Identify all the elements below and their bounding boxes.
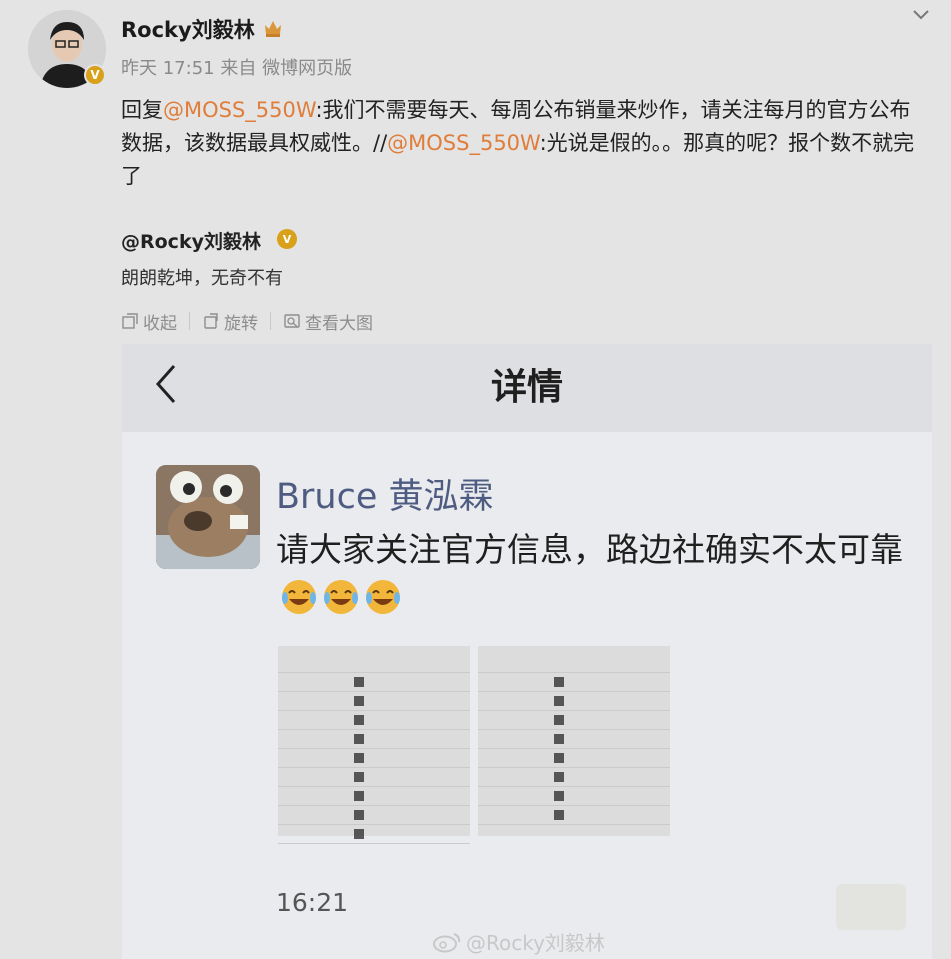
post-meta: 昨天 17:51 来自 微博网页版 <box>121 54 352 80</box>
brand-logo-icon <box>554 810 564 820</box>
post-image[interactable]: 详情 Bruce 黄泓霖 请大家关注官方信息，路边社确实不太可靠 16:21 <box>122 344 932 959</box>
brand-logo-icon <box>354 696 364 706</box>
thumbnail-row <box>278 749 470 768</box>
brand-logo-icon <box>554 677 564 687</box>
brand-logo-icon <box>354 791 364 801</box>
thumbnail-row <box>478 730 670 749</box>
verified-icon: V <box>277 229 297 249</box>
ranking-thumbnail-left <box>278 646 470 844</box>
thumbnail-row <box>278 692 470 711</box>
comment-body: 请大家关注官方信息，路边社确实不太可靠 <box>276 530 903 569</box>
image-header-title: 详情 <box>490 367 563 408</box>
brand-logo-icon <box>554 772 564 782</box>
view-large-button[interactable]: 查看大图 <box>283 309 373 334</box>
thumbnail-row <box>278 825 470 844</box>
commenter-avatar <box>156 465 260 569</box>
thumbnail-row <box>478 711 670 730</box>
watermark-text: @Rocky刘毅林 <box>466 931 605 955</box>
thumbnail-row <box>478 673 670 692</box>
post-time[interactable]: 昨天 17:51 <box>121 58 215 79</box>
like-button <box>836 884 906 930</box>
reply-segment: 回复 <box>121 98 163 122</box>
quoted-user-link[interactable]: @Rocky刘毅林 <box>121 227 261 254</box>
chevron-down-icon[interactable] <box>908 4 934 26</box>
verified-badge-icon: V <box>84 64 106 86</box>
brand-logo-icon <box>554 791 564 801</box>
ranking-thumbnail-right <box>478 646 670 836</box>
thumbnail-row <box>478 654 670 673</box>
brand-logo-icon <box>354 677 364 687</box>
divider <box>270 312 271 330</box>
brand-logo-icon <box>354 753 364 763</box>
rotate-label: 旋转 <box>224 313 258 334</box>
crown-icon <box>262 17 284 39</box>
brand-logo-icon <box>554 734 564 744</box>
thumbnail-row <box>278 654 470 673</box>
thumbnail-row <box>278 787 470 806</box>
weibo-logo-icon <box>433 932 461 952</box>
rotate-icon <box>204 313 218 329</box>
image-header-bar: 详情 <box>122 344 932 432</box>
thumbnail-row <box>478 806 670 825</box>
brand-logo-icon <box>354 734 364 744</box>
thumbnail-row <box>278 711 470 730</box>
thumbnail-row <box>478 768 670 787</box>
collapse-label: 收起 <box>143 313 177 334</box>
image-actions: 收起 旋转 查看大图 <box>121 308 373 334</box>
brand-logo-icon <box>354 829 364 839</box>
view-large-icon <box>284 314 300 328</box>
comment-time: 16:21 <box>276 888 349 917</box>
thumbnail-row <box>278 673 470 692</box>
collapse-button[interactable]: 收起 <box>121 309 177 334</box>
mention-link[interactable]: @MOSS_550W <box>387 131 539 155</box>
laughing-tears-emoji-icon <box>324 580 358 614</box>
thumbnail-row <box>278 768 470 787</box>
brand-logo-icon <box>554 715 564 725</box>
brand-logo-icon <box>354 810 364 820</box>
thumbnail-row <box>478 787 670 806</box>
rotate-button[interactable]: 旋转 <box>202 309 258 334</box>
author-name[interactable]: Rocky刘毅林 <box>121 14 255 44</box>
thumbnail-row <box>478 692 670 711</box>
watermark: @Rocky刘毅林 <box>432 927 605 956</box>
brand-logo-icon <box>554 696 564 706</box>
collapse-icon <box>122 313 138 329</box>
mention-link[interactable]: @MOSS_550W <box>163 98 315 122</box>
thumbnail-row <box>278 806 470 825</box>
quoted-text: 朗朗乾坤，无奇不有 <box>121 268 283 289</box>
brand-logo-icon <box>354 772 364 782</box>
thumbnail-row <box>278 730 470 749</box>
post-source: 来自 微博网页版 <box>220 58 353 79</box>
comment-text: 请大家关注官方信息，路边社确实不太可靠 <box>276 526 916 620</box>
thumbnail-row <box>478 749 670 768</box>
view-large-label: 查看大图 <box>305 313 373 334</box>
reply-text: 回复@MOSS_550W:我们不需要每天、每周公布销量来炒作，请关注每月的官方公… <box>121 94 931 193</box>
laughing-tears-emoji-icon <box>366 580 400 614</box>
brand-logo-icon <box>554 753 564 763</box>
divider <box>189 312 190 330</box>
brand-logo-icon <box>354 715 364 725</box>
laughing-tears-emoji-icon <box>282 580 316 614</box>
commenter-name: Bruce 黄泓霖 <box>276 477 494 517</box>
